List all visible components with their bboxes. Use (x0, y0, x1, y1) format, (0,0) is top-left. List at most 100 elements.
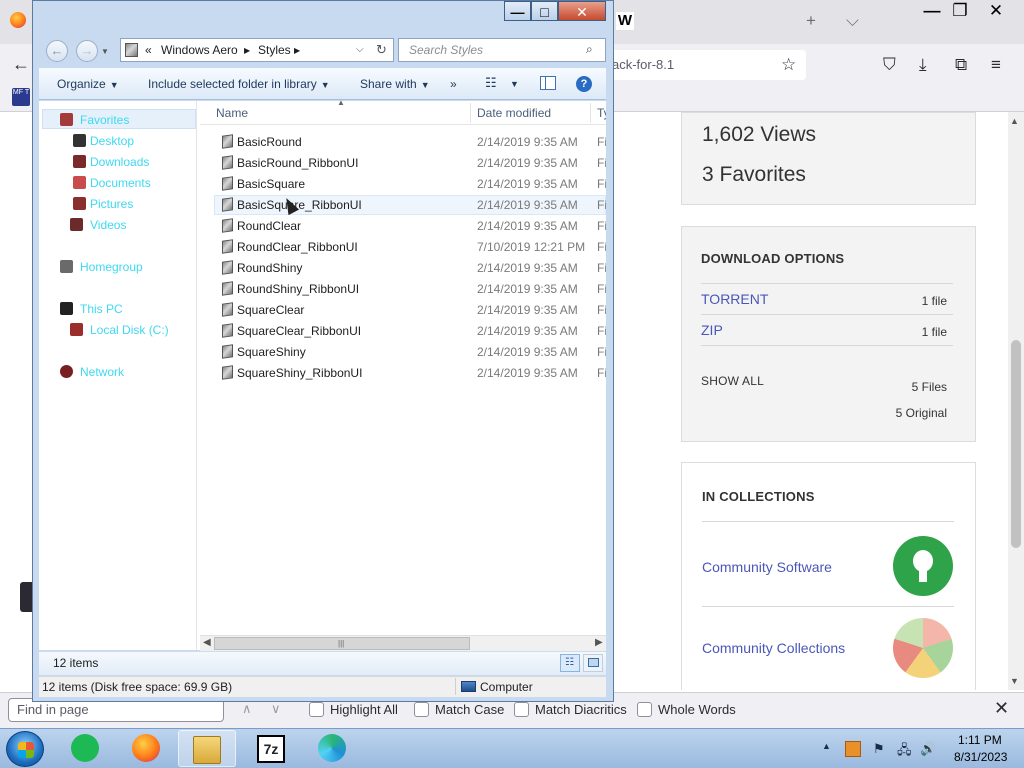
clock-date[interactable]: 8/31/2023 (954, 750, 1007, 764)
file-name[interactable]: BasicSquare_RibbonUI (237, 198, 362, 212)
nav-local-disk[interactable]: Local Disk (C:) (90, 323, 169, 337)
match-diacritics-label[interactable]: Match Diacritics (535, 702, 627, 717)
share-with-menu[interactable]: Share with ▼ (360, 77, 430, 91)
match-diacritics-checkbox[interactable] (514, 702, 529, 717)
clock-time[interactable]: 1:11 PM (958, 733, 1002, 747)
file-name[interactable]: SquareClear_RibbonUI (237, 324, 361, 338)
address-segment-windows-aero[interactable]: Windows Aero (161, 43, 238, 57)
tab-favicon-w[interactable]: W (616, 12, 634, 30)
menu-icon[interactable]: ≡ (991, 55, 1001, 75)
tab-list-chevron-icon[interactable]: ⌵ (846, 11, 859, 31)
column-divider[interactable] (590, 103, 591, 123)
nav-homegroup[interactable]: Homegroup (80, 260, 143, 274)
community-collections-logo[interactable] (893, 618, 953, 678)
new-tab-icon[interactable]: + (806, 11, 816, 31)
community-software-logo[interactable] (893, 536, 953, 596)
browser-restore-button[interactable]: ❐ (942, 0, 978, 22)
taskbar-edge[interactable] (304, 730, 362, 767)
explorer-back-button[interactable]: ← (46, 40, 68, 62)
scroll-down-icon[interactable]: ▼ (1010, 676, 1019, 686)
nav-downloads[interactable]: Downloads (90, 155, 149, 169)
volume-icon[interactable]: 🔊 (920, 741, 936, 757)
taskbar-firefox[interactable] (118, 730, 176, 767)
scroll-up-icon[interactable]: ▲ (1010, 116, 1019, 126)
taskbar-notepad[interactable] (56, 730, 114, 767)
file-name[interactable]: RoundShiny (237, 261, 302, 275)
bookmark-mft-icon[interactable]: MF T (12, 88, 30, 106)
file-name[interactable]: RoundShiny_RibbonUI (237, 282, 359, 296)
extensions-icon[interactable]: ⧉ (955, 55, 967, 75)
find-next-icon[interactable]: ∨ (271, 701, 281, 717)
back-arrow-icon[interactable]: ← (12, 54, 30, 75)
column-type[interactable]: Ty (597, 106, 606, 120)
match-case-checkbox[interactable] (414, 702, 429, 717)
file-name[interactable]: SquareShiny_RibbonUI (237, 366, 362, 380)
refresh-icon[interactable]: ↻ (376, 42, 387, 58)
organize-menu[interactable]: Organize ▼ (57, 77, 119, 91)
large-icons-view-button[interactable] (583, 654, 603, 672)
downloads-icon[interactable]: ⤓ (919, 55, 927, 75)
show-all-link[interactable]: SHOW ALL (701, 374, 764, 388)
change-view-icon[interactable]: ☷ (485, 75, 497, 91)
bookmark-star-icon[interactable]: ☆ (781, 55, 796, 75)
file-name[interactable]: SquareClear (237, 303, 304, 317)
file-name[interactable]: SquareShiny (237, 345, 306, 359)
file-name[interactable]: BasicRound (237, 135, 302, 149)
toolbar-overflow-button[interactable]: » (450, 77, 457, 91)
find-previous-icon[interactable]: ∧ (242, 701, 252, 717)
file-name[interactable]: BasicSquare (237, 177, 305, 191)
explorer-minimize-button[interactable]: — (504, 1, 531, 21)
nav-desktop[interactable]: Desktop (90, 134, 134, 148)
whole-words-label[interactable]: Whole Words (658, 702, 736, 717)
search-styles-input[interactable]: Search Styles (398, 38, 606, 62)
nav-videos[interactable]: Videos (90, 218, 126, 232)
search-icon[interactable]: ⌕ (586, 42, 593, 57)
address-segment-styles[interactable]: Styles (258, 43, 291, 57)
recent-pages-chevron-icon[interactable]: ▼ (101, 47, 109, 56)
preview-pane-icon[interactable] (540, 76, 556, 90)
scroll-left-icon[interactable]: ◀ (203, 637, 211, 648)
browser-close-button[interactable]: ✕ (978, 0, 1014, 22)
file-name[interactable]: BasicRound_RibbonUI (237, 156, 358, 170)
address-separator-icon[interactable]: ▶ (244, 46, 250, 55)
whole-words-checkbox[interactable] (637, 702, 652, 717)
explorer-maximize-button[interactable]: □ (531, 1, 558, 21)
address-separator-icon[interactable]: ▶ (294, 46, 300, 55)
zip-link[interactable]: ZIP (701, 322, 723, 338)
file-name[interactable]: RoundClear_RibbonUI (237, 240, 358, 254)
page-scroll-thumb[interactable] (1011, 340, 1021, 548)
view-dropdown-icon[interactable]: ▼ (510, 79, 519, 89)
address-overflow[interactable]: « (145, 43, 152, 57)
network-icon[interactable]: 🖧 (897, 741, 912, 763)
scroll-right-icon[interactable]: ▶ (595, 637, 603, 648)
taskbar-7zip[interactable]: 7z (243, 730, 301, 767)
tray-expand-icon[interactable]: ▲ (822, 741, 831, 751)
highlight-all-label[interactable]: Highlight All (330, 702, 398, 717)
start-button[interactable] (6, 731, 44, 767)
column-divider[interactable] (470, 103, 471, 123)
highlight-all-checkbox[interactable] (309, 702, 324, 717)
community-software-link[interactable]: Community Software (702, 559, 832, 575)
community-collections-link[interactable]: Community Collections (702, 640, 845, 656)
match-case-label[interactable]: Match Case (435, 702, 504, 717)
nav-favorites[interactable]: Favorites (80, 113, 129, 127)
nav-this-pc[interactable]: This PC (80, 302, 123, 316)
firefox-tab-icon[interactable] (10, 12, 26, 28)
column-date-modified[interactable]: Date modified (477, 106, 551, 120)
explorer-close-button[interactable]: ✕ (558, 1, 606, 21)
column-name[interactable]: Name (216, 106, 248, 120)
address-dropdown-icon[interactable]: ⌵ (356, 44, 364, 55)
find-close-icon[interactable]: ✕ (994, 698, 1009, 719)
file-name[interactable]: RoundClear (237, 219, 301, 233)
taskbar-explorer[interactable] (178, 730, 236, 767)
action-center-flag-icon[interactable]: ⚑ (873, 741, 885, 757)
nav-pictures[interactable]: Pictures (90, 197, 133, 211)
explorer-forward-button[interactable]: → (76, 40, 98, 62)
tray-app-icon[interactable] (845, 741, 861, 757)
include-in-library-menu[interactable]: Include selected folder in library ▼ (148, 77, 330, 91)
nav-network[interactable]: Network (80, 365, 124, 379)
details-view-button[interactable]: ☷ (560, 654, 580, 672)
pocket-icon[interactable]: ⛉ (883, 55, 896, 75)
torrent-link[interactable]: TORRENT (701, 291, 768, 307)
help-icon[interactable]: ? (576, 76, 592, 92)
